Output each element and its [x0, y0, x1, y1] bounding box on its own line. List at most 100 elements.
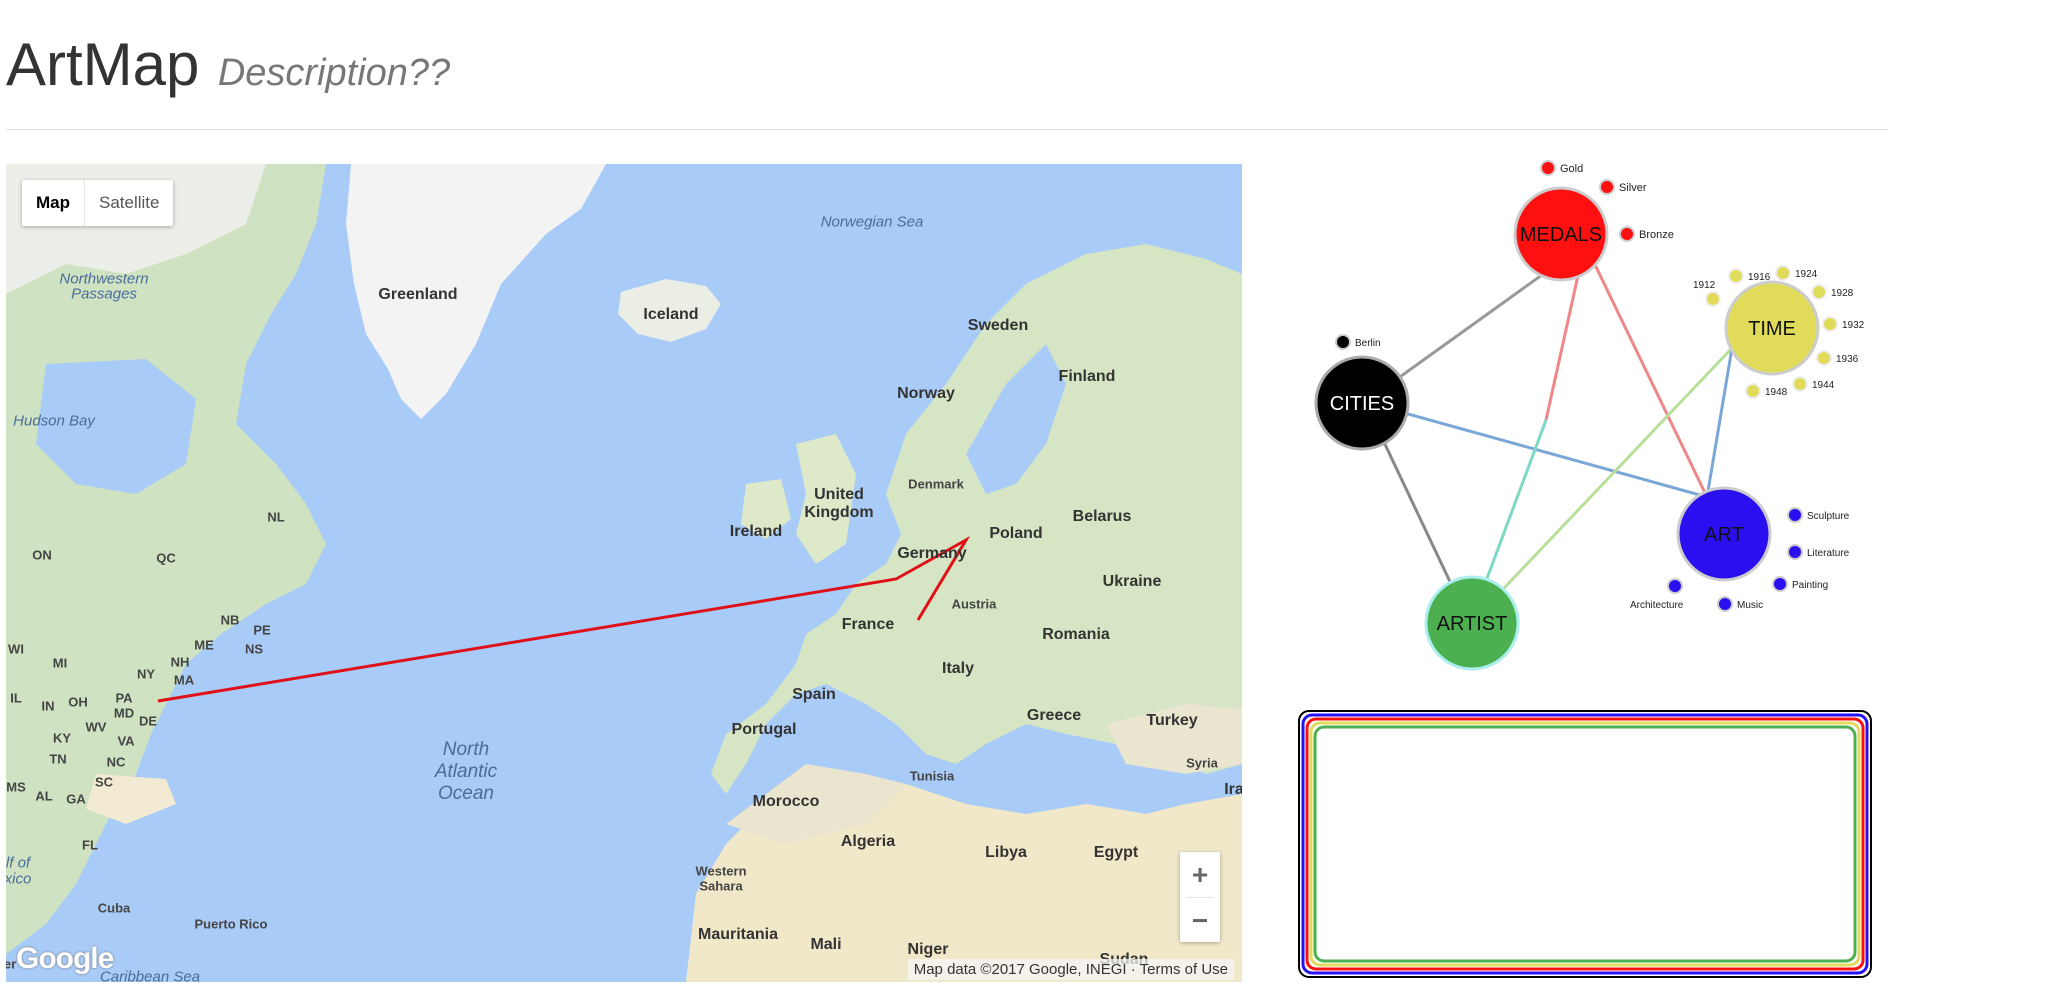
map-label-er: er [6, 956, 17, 972]
results-panel [1298, 710, 1872, 978]
node-sculpture-label: Sculpture [1807, 511, 1850, 522]
node-1924[interactable] [1775, 265, 1791, 281]
map-label-austria: Austria [951, 596, 997, 612]
node-1928-label: 1928 [1831, 288, 1854, 299]
map-label-nb: NB [220, 612, 240, 628]
node-1936[interactable] [1816, 350, 1832, 366]
map-label-ny: NY [136, 666, 156, 682]
category-graph: MEDALS TIME CITIES ART ARTIST Gold Silve… [1314, 160, 1865, 671]
panel-border-black [1298, 710, 1872, 978]
map-label-cuba: Cuba [97, 900, 131, 916]
map-label-spain: Spain [792, 686, 836, 703]
map-label-western: Western [695, 863, 747, 879]
map-label-on: ON [32, 547, 52, 563]
node-1944[interactable] [1792, 376, 1808, 392]
map-label-tn: TN [49, 751, 67, 767]
map-label-ms: MS [6, 779, 26, 795]
map-label-iceland: Iceland [643, 306, 699, 323]
map-label-greece: Greece [1026, 707, 1082, 724]
map-label-fl: FL [82, 837, 98, 853]
map-label-pa: PA [115, 690, 133, 706]
node-architecture[interactable] [1667, 578, 1683, 594]
node-sculpture[interactable] [1787, 507, 1803, 523]
node-1932[interactable] [1822, 316, 1838, 332]
map-label-il: IL [10, 690, 22, 706]
hub-cities-label: CITIES [1330, 393, 1394, 415]
map-label-atlantic-3: Ocean [438, 783, 494, 804]
node-1912-label: 1912 [1693, 280, 1716, 291]
google-logo-text: Google [16, 942, 114, 975]
map-label-egypt: Egypt [1093, 844, 1139, 861]
node-music-label: Music [1737, 600, 1763, 611]
map-label-oh: OH [68, 694, 88, 710]
map-label-atlantic-1: North [442, 739, 490, 760]
map-view[interactable]: Greenland Iceland Norwegian Sea Sweden F… [6, 164, 1242, 982]
node-1932-label: 1932 [1842, 320, 1865, 331]
app-title: ArtMap [6, 31, 200, 98]
node-painting-label: Painting [1792, 580, 1828, 591]
map-label-portugal: Portugal [731, 721, 797, 738]
node-silver-label: Silver [1619, 182, 1647, 194]
node-painting[interactable] [1772, 576, 1788, 592]
map-label-morocco: Morocco [752, 793, 820, 810]
map-label-ga: GA [66, 791, 86, 807]
map-label-ns: NS [244, 641, 264, 657]
terms-of-use-link[interactable]: Terms of Use [1140, 961, 1228, 978]
map-label-qc: QC [156, 550, 176, 566]
node-1912[interactable] [1705, 291, 1721, 307]
map-label-sweden: Sweden [967, 317, 1029, 334]
map-label-nl: NL [267, 509, 285, 525]
node-silver[interactable] [1599, 179, 1615, 195]
hub-artist-label: ARTIST [1437, 613, 1508, 635]
map-label-mali: Mali [810, 936, 842, 953]
map-label-nh: NH [170, 654, 190, 670]
node-1924-label: 1924 [1795, 269, 1818, 280]
map-label-denmark: Denmark [908, 476, 964, 492]
map-label-turkey: Turkey [1146, 712, 1198, 729]
node-1928[interactable] [1811, 284, 1827, 300]
map-label-italy: Italy [941, 660, 975, 677]
map-label-romania: Romania [1042, 626, 1110, 643]
map-label-germany: Germany [897, 545, 967, 562]
map-label-gulf-2: xico [6, 870, 32, 888]
map-label-wi: WI [8, 641, 24, 657]
map-label-libya: Libya [985, 844, 1027, 861]
map-label-norway: Norway [897, 385, 955, 402]
map-label-puerto-rico: Puerto Rico [194, 916, 268, 932]
hub-time-label: TIME [1748, 318, 1796, 340]
map-type-satellite-button[interactable]: Satellite [85, 180, 173, 226]
map-label-de: DE [138, 713, 158, 729]
app-description: Description?? [217, 52, 451, 94]
node-1948-label: 1948 [1765, 387, 1788, 398]
node-1916[interactable] [1728, 268, 1744, 284]
map-label-france: France [841, 616, 895, 633]
zoom-out-button[interactable]: − [1180, 898, 1220, 943]
page-header: ArtMap Description?? [6, 30, 450, 100]
map-label-pe: PE [253, 622, 271, 638]
node-berlin[interactable] [1335, 334, 1351, 350]
node-literature[interactable] [1787, 544, 1803, 560]
hub-medals-label: MEDALS [1520, 224, 1602, 246]
zoom-in-button[interactable]: + [1180, 852, 1220, 897]
map-type-map-button[interactable]: Map [22, 180, 85, 226]
map-label-al: AL [35, 788, 53, 804]
google-logo[interactable]: Google [16, 942, 114, 976]
node-bronze[interactable] [1619, 226, 1635, 242]
map-label-finland: Finland [1058, 368, 1116, 385]
map-data-attribution: Map data ©2017 Google, INEGI [913, 961, 1127, 978]
map-label-me: ME [194, 637, 214, 653]
map-label-norwegian-sea: Norwegian Sea [820, 213, 924, 231]
map-label-md: MD [113, 705, 135, 721]
node-1936-label: 1936 [1836, 354, 1859, 365]
map-label-ma: MA [173, 672, 195, 688]
node-1948[interactable] [1745, 383, 1761, 399]
map-label-ireland: Ireland [729, 523, 783, 540]
node-1944-label: 1944 [1812, 380, 1835, 391]
map-label-algeria: Algeria [840, 833, 896, 850]
map-label-hudson-bay: Hudson Bay [13, 412, 95, 430]
node-music[interactable] [1717, 596, 1733, 612]
map-label-wv: WV [85, 719, 107, 735]
node-gold[interactable] [1540, 160, 1556, 176]
map-label-greenland: Greenland [378, 286, 458, 303]
map-type-control: Map Satellite [22, 180, 174, 226]
